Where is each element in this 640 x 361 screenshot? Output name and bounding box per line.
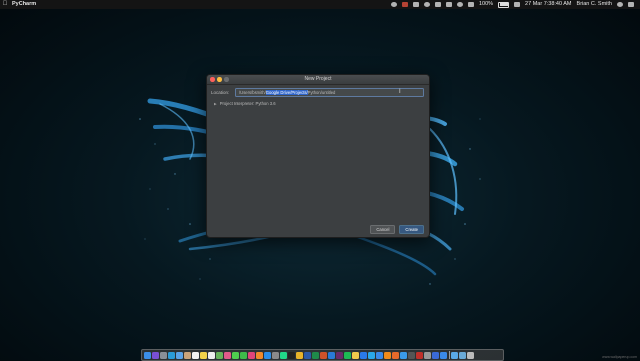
dialog-buttons: Cancel Create — [370, 225, 424, 234]
window-controls — [210, 77, 229, 82]
location-selection: Google Drive/Projects/ — [265, 90, 308, 95]
location-suffix: Python/untitled — [307, 90, 336, 95]
browse-folder-icon[interactable]: ▤ — [426, 89, 430, 96]
calendar-icon[interactable] — [191, 351, 199, 359]
close-window-button[interactable] — [210, 77, 215, 82]
notes-icon[interactable] — [199, 351, 207, 359]
cancel-button[interactable]: Cancel — [370, 225, 396, 234]
dock — [141, 349, 504, 361]
facetime-icon[interactable] — [239, 351, 247, 359]
firefox-icon[interactable] — [391, 351, 399, 359]
wifi-icon[interactable] — [456, 2, 463, 7]
interpreter-label: Project Interpreter: Python 3.6 — [219, 101, 276, 106]
status-icon-1[interactable] — [390, 2, 397, 7]
location-input[interactable]: /Users/bsmith/Google Drive/Projects/Pyth… — [235, 88, 424, 97]
minimize-window-button[interactable] — [217, 77, 222, 82]
trash-icon[interactable] — [467, 351, 475, 359]
flag-icon[interactable] — [514, 2, 521, 7]
user-name[interactable]: Brian C. Smith — [577, 0, 612, 9]
expand-arrow-icon: ▶ — [214, 101, 217, 106]
battery-percent: 100% — [478, 1, 494, 7]
location-row: Location: /Users/bsmith/Google Drive/Pro… — [211, 88, 430, 97]
reminders-icon[interactable] — [207, 351, 215, 359]
powerpoint-icon[interactable] — [319, 351, 327, 359]
mail-icon[interactable] — [175, 351, 183, 359]
contacts-icon[interactable] — [183, 351, 191, 359]
terminal-icon[interactable] — [287, 351, 295, 359]
location-label: Location: — [211, 90, 230, 95]
siri-icon[interactable] — [151, 351, 159, 359]
messages-icon[interactable] — [231, 351, 239, 359]
app-menu-name[interactable]: PyCharm — [12, 0, 36, 9]
acrobat-icon[interactable] — [415, 351, 423, 359]
apple-icon[interactable]:  — [0, 0, 10, 9]
preferences-icon[interactable] — [271, 351, 279, 359]
text-cursor-icon: I — [399, 89, 401, 95]
notification-center-icon[interactable] — [628, 2, 634, 7]
chrome-icon[interactable] — [295, 351, 303, 359]
spotify-icon[interactable] — [343, 351, 351, 359]
activity-icon[interactable] — [423, 351, 431, 359]
bluetooth-icon[interactable] — [445, 2, 452, 7]
dropbox-icon[interactable] — [359, 351, 367, 359]
quicktime-icon[interactable] — [431, 351, 439, 359]
slack-icon[interactable] — [335, 351, 343, 359]
folder-icon[interactable] — [451, 351, 459, 359]
word-icon[interactable] — [303, 351, 311, 359]
appstore-icon[interactable] — [263, 351, 271, 359]
volume-icon[interactable] — [467, 2, 474, 7]
spotlight-icon[interactable] — [617, 2, 623, 7]
launchpad-icon[interactable] — [159, 351, 167, 359]
vlc-icon[interactable] — [383, 351, 391, 359]
zoom-icon[interactable] — [375, 351, 383, 359]
downloads-icon[interactable] — [459, 351, 467, 359]
zoom-window-button[interactable] — [224, 77, 229, 82]
photos-icon[interactable] — [223, 351, 231, 359]
safari-icon[interactable] — [167, 351, 175, 359]
dock-separator — [448, 351, 450, 359]
watermark: www.wallpaperup.com — [602, 355, 637, 359]
battery-icon[interactable] — [498, 1, 510, 8]
ibooks-icon[interactable] — [255, 351, 263, 359]
maps-icon[interactable] — [215, 351, 223, 359]
github-icon[interactable] — [407, 351, 415, 359]
vscode-icon[interactable] — [327, 351, 335, 359]
drive-icon[interactable] — [351, 351, 359, 359]
itunes-icon[interactable] — [247, 351, 255, 359]
airplay-icon[interactable] — [434, 2, 441, 7]
menu-bar:  PyCharm 100% 27 Mar 7:38:40 AM Brian C… — [0, 0, 640, 9]
dialog-title: New Project — [304, 76, 332, 82]
cloud-icon[interactable] — [412, 2, 419, 7]
status-icon-2[interactable] — [401, 2, 408, 7]
dialog-titlebar[interactable]: New Project — [207, 75, 429, 85]
excel-icon[interactable] — [311, 351, 319, 359]
finder-icon[interactable] — [143, 351, 151, 359]
new-project-dialog: New Project Location: /Users/bsmith/Goog… — [206, 74, 430, 238]
pycharm-icon[interactable] — [279, 351, 287, 359]
location-prefix: /Users/bsmith/ — [239, 90, 266, 95]
status-icon-3[interactable] — [423, 2, 430, 7]
clock[interactable]: 27 Mar 7:38:40 AM — [525, 0, 571, 9]
interpreter-expander[interactable]: ▶ Project Interpreter: Python 3.6 — [214, 101, 276, 106]
keynote-icon[interactable] — [439, 351, 447, 359]
create-button[interactable]: Create — [399, 225, 424, 234]
status-area: 100% 27 Mar 7:38:40 AM Brian C. Smith — [390, 0, 640, 9]
xcode-icon[interactable] — [399, 351, 407, 359]
skype-icon[interactable] — [367, 351, 375, 359]
